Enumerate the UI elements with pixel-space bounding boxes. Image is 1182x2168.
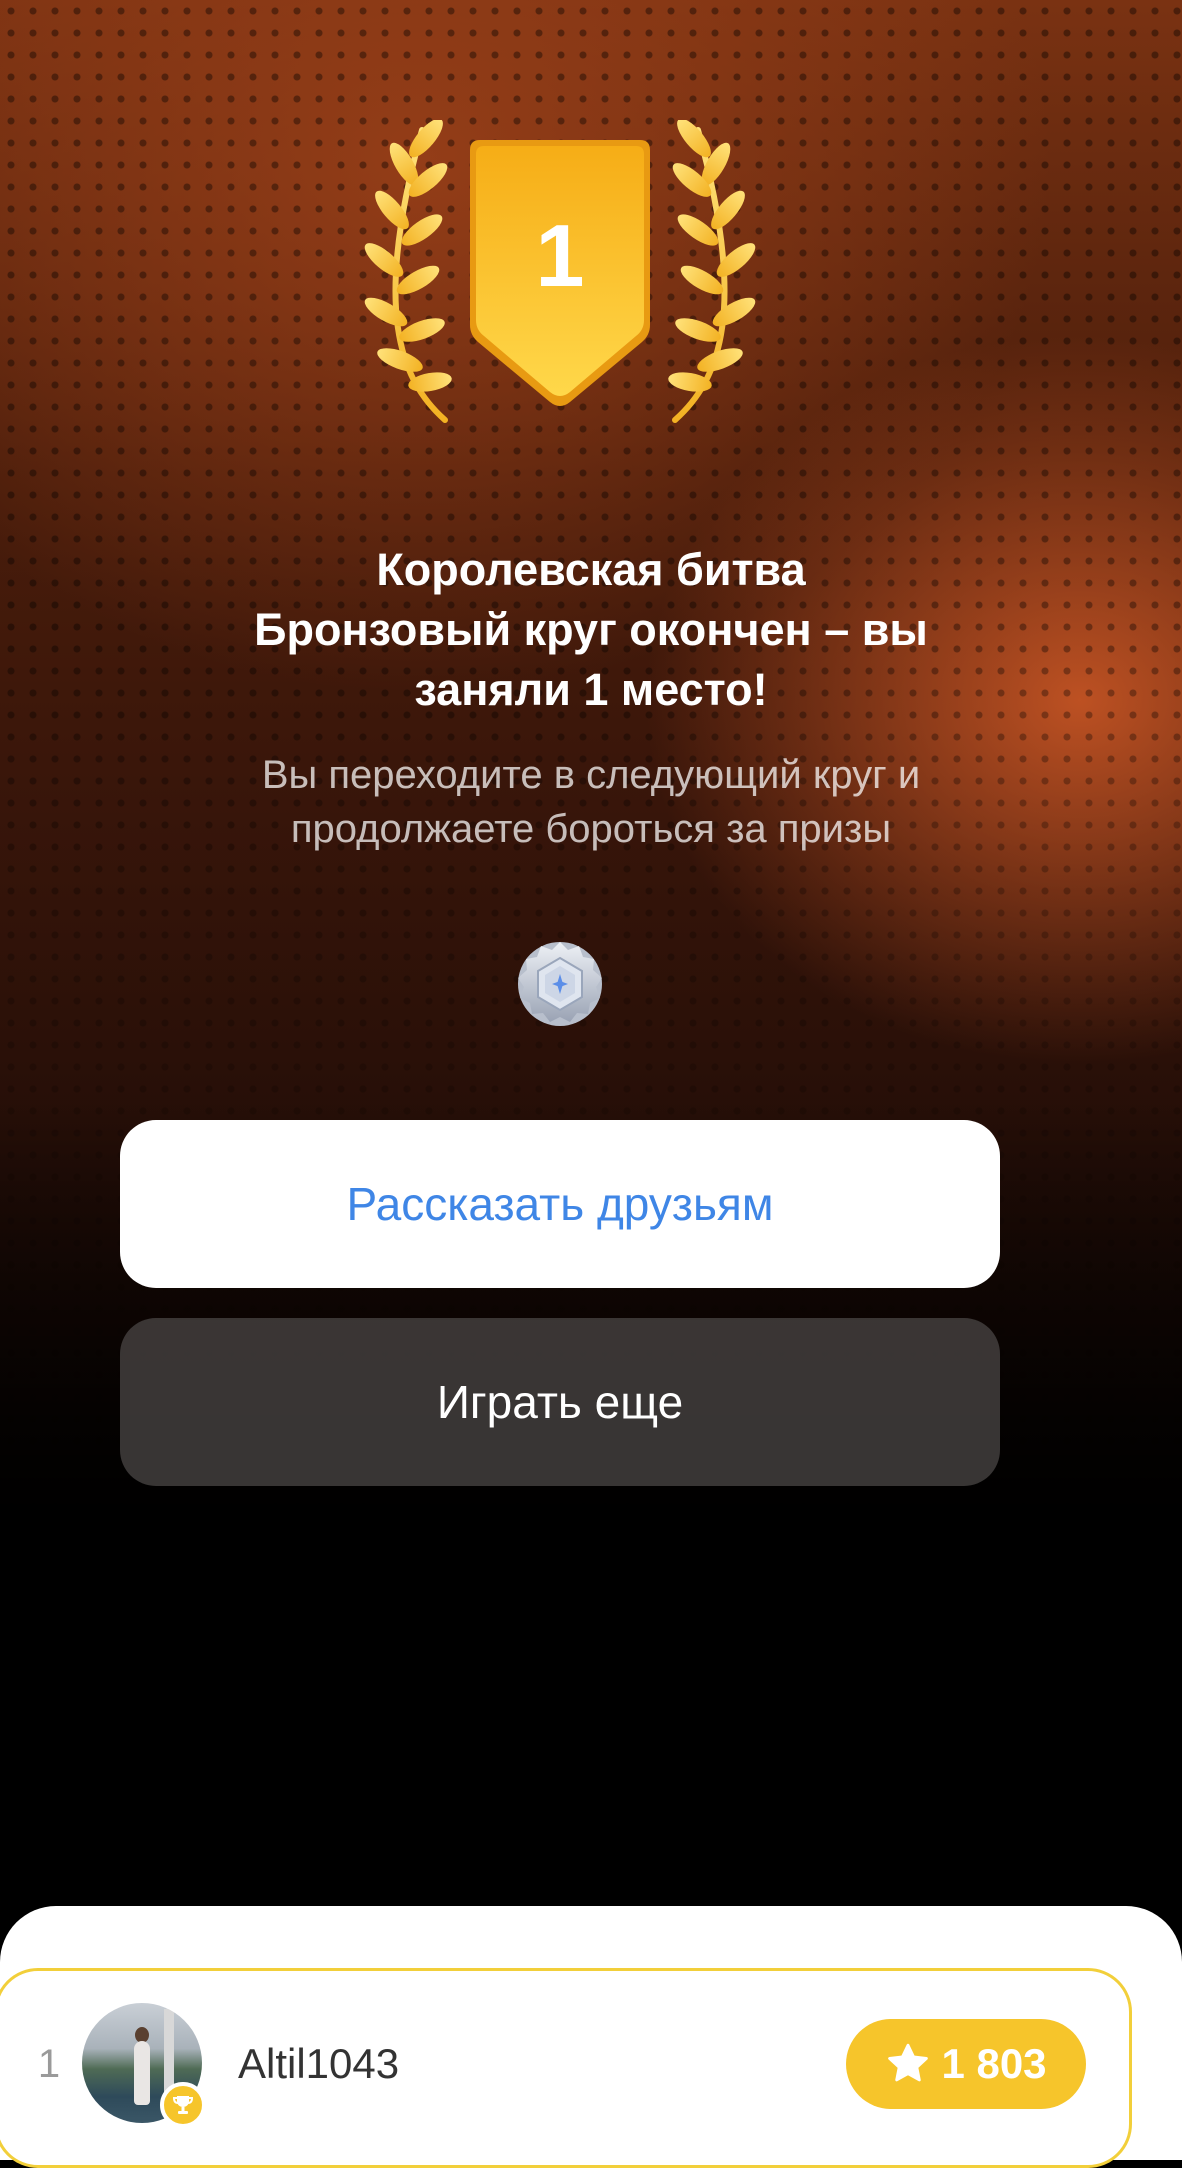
score-value: 1 803 [941,2040,1047,2087]
share-with-friends-label: Рассказать друзьям [346,1178,774,1230]
leaderboard-username: Altil1043 [238,2040,400,2087]
play-again-button[interactable]: Играть еще [120,1318,1000,1486]
result-title-line: Королевская битва [376,544,806,595]
play-again-label: Играть еще [436,1376,684,1428]
result-title-line: заняли 1 место! [414,664,768,715]
result-title-line: Бронзовый круг окончен – вы [254,604,928,655]
share-with-friends-button[interactable]: Рассказать друзьям [120,1120,1000,1288]
result-subtitle: Вы переходите в следующий круг и продолж… [120,748,1062,856]
result-subtitle-line: продолжаете бороться за призы [290,807,892,851]
result-title: Королевская битва Бронзовый круг окончен… [120,540,1062,720]
leaderboard-rank: 1 [37,2042,61,2086]
result-subtitle-line: Вы переходите в следующий круг и [261,753,921,797]
score-badge: 1 803 [846,2019,1086,2109]
star-icon [888,2043,929,2082]
trophy-icon [160,2082,206,2128]
place-number: 1 [535,206,585,305]
silver-league-badge-icon [518,942,602,1026]
